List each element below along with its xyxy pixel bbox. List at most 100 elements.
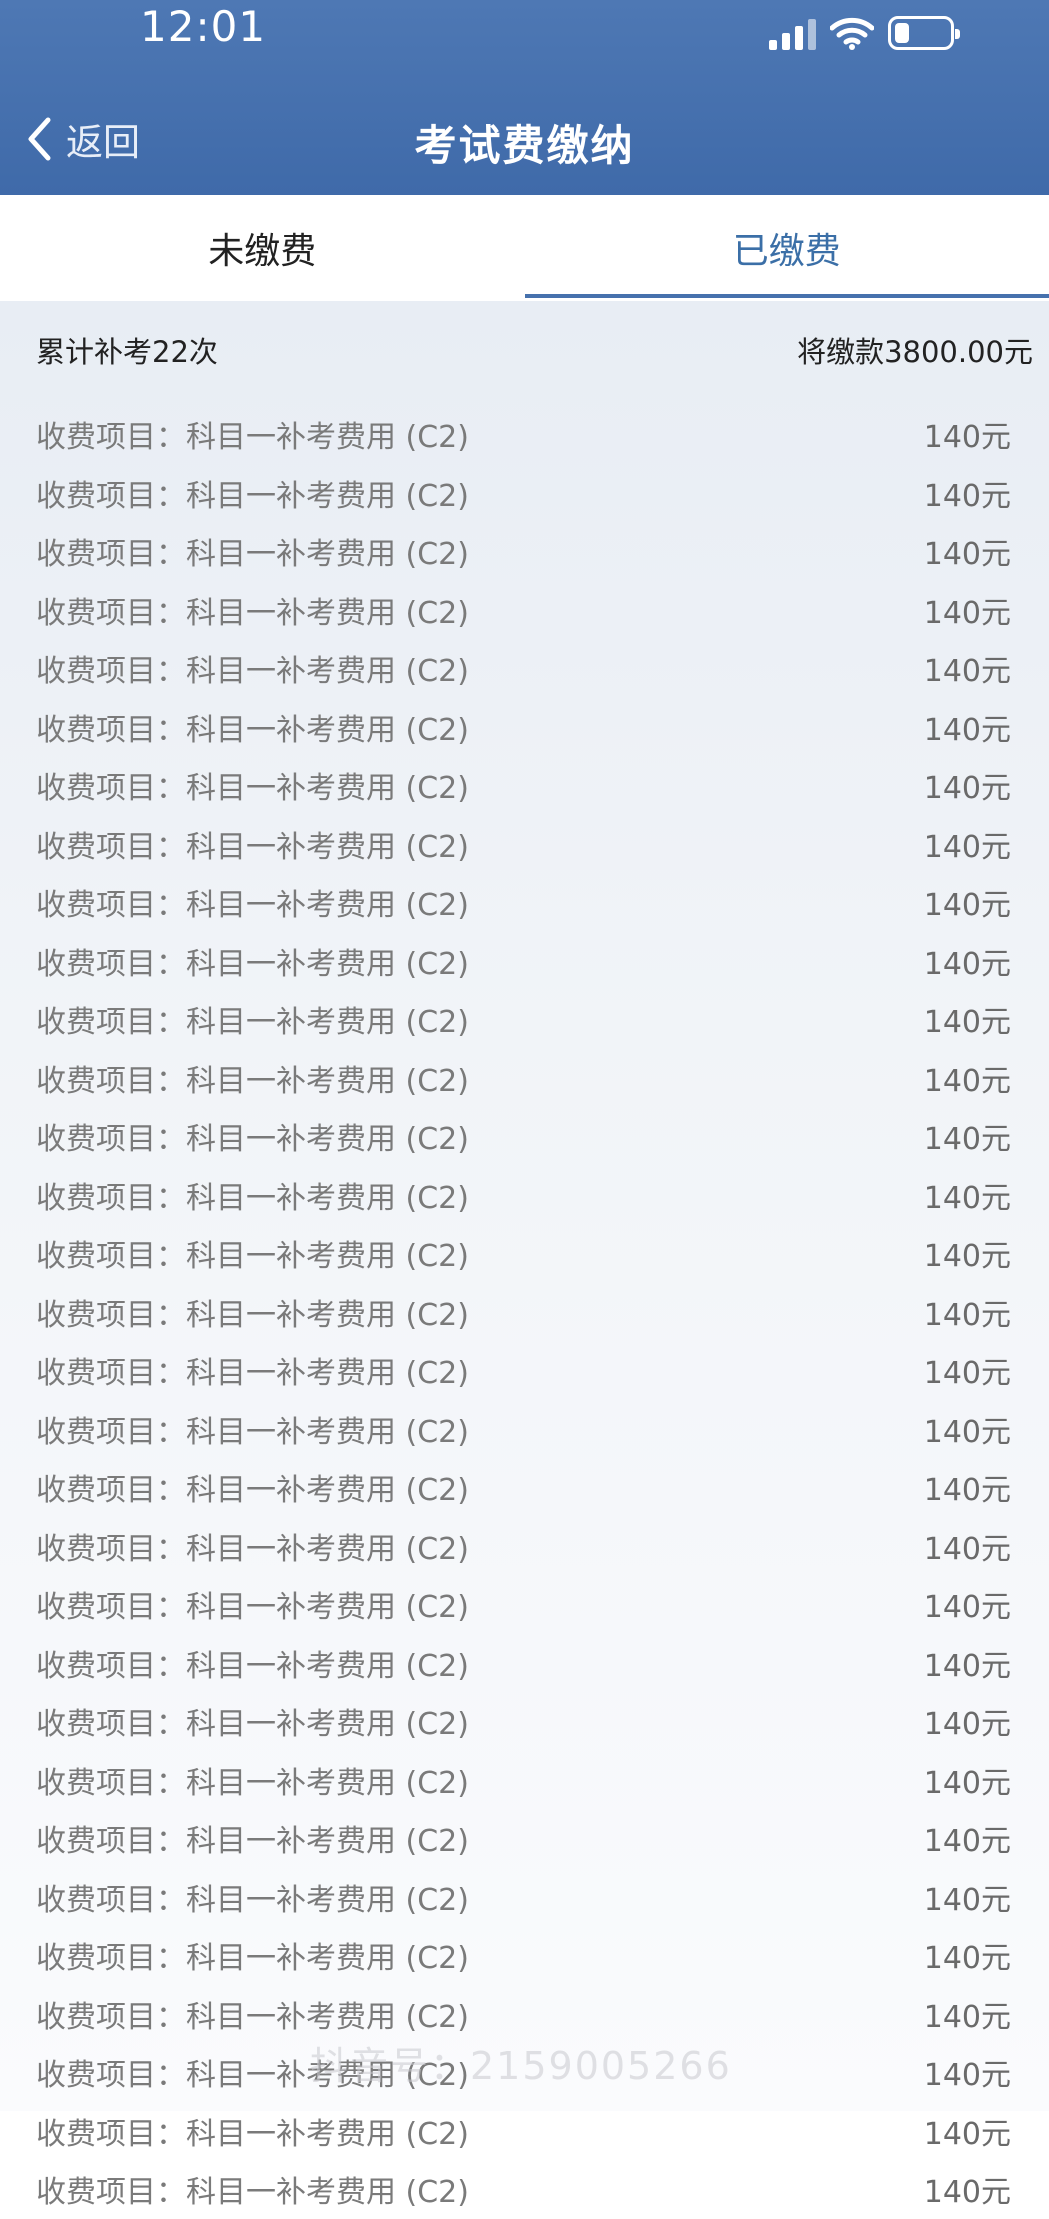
fee-item-label: 收费项目：科目一补考费用 (C2) xyxy=(36,1699,469,1743)
list-item: 收费项目：科目一补考费用 (C2)140元 xyxy=(36,1107,1011,1166)
list-item: 收费项目：科目一补考费用 (C2) 140元 xyxy=(36,1283,1011,1342)
fee-item-amount: 140元 xyxy=(924,529,1011,573)
fee-item-label: 收费项目：科目一补考费用 (C2) xyxy=(36,1992,469,2036)
fee-item-label: 收费项目：科目一补考费用 (C2) xyxy=(36,1407,469,1451)
fee-item-label: 收费项目：科目一补考费用 (C2) xyxy=(36,1290,469,1334)
fee-item-label: 收费项目：科目一补考费用 (C2) xyxy=(36,1758,469,1802)
list-item: 收费项目：科目一补考费用 (C2) 140元 xyxy=(36,815,1011,874)
list-item: 收费项目：科目一补考费用 (C2) 140元 xyxy=(36,1751,1011,1810)
fee-item-label: 收费项目：科目一补考费用 (C2) xyxy=(36,1231,469,1275)
fee-item-amount: 140元 xyxy=(924,939,1011,983)
fee-item-amount: 140元 xyxy=(924,1524,1011,1568)
fee-item-label: 收费项目：科目一补考费用 (C2) xyxy=(36,588,469,632)
fee-item-label: 收费项目：科目一补考费用 (C2) xyxy=(36,763,469,807)
fee-item-amount: 140元 xyxy=(924,2109,1011,2153)
fee-item-label: 收费项目：科目一补考费用 (C2) xyxy=(36,997,469,1041)
fee-item-label: 收费项目：科目一补考费用 (C2) xyxy=(36,412,469,456)
fee-item-label: 收费项目：科目一补考费用 (C2) xyxy=(36,471,469,515)
fee-item-amount: 140元 xyxy=(924,1407,1011,1451)
fee-item-label: 收费项目：科目一补考费用 (C2) xyxy=(36,646,469,690)
tab-paid[interactable]: 已缴费 xyxy=(525,195,1049,301)
fee-item-amount: 140元 xyxy=(924,705,1011,749)
fee-item-label: 收费项目：科目一补考费用 (C2) xyxy=(36,705,469,749)
list-item: 收费项目：科目一补考费用 (C2) 140元 xyxy=(36,1985,1011,2044)
list-item: 收费项目：科目一补考费用 (C2) 140元 xyxy=(36,698,1011,757)
fee-item-label: 收费项目：科目一补考费用 (C2) xyxy=(36,1348,469,1392)
list-item: 收费项目：科目一补考费用 (C2) 140元 xyxy=(36,873,1011,932)
fee-item-amount: 140元 xyxy=(924,1699,1011,1743)
battery-icon xyxy=(888,16,954,50)
list-item: 收费项目：科目一补考费用 (C2) 140元 xyxy=(36,1166,1011,1225)
signal-icon xyxy=(769,16,816,50)
fee-item-label: 收费项目：科目一补考费用 (C2) xyxy=(36,2109,469,2153)
list-item: 收费项目：科目一补考费用 (C2) 140元 xyxy=(36,581,1011,640)
wifi-icon xyxy=(830,16,874,50)
fee-item-label: 收费项目：科目一补考费用 (C2) xyxy=(36,1875,469,1919)
list-item: 收费项目：科目一补考费用 (C2) 140元 xyxy=(36,1341,1011,1400)
fee-item-amount: 140元 xyxy=(924,646,1011,690)
list-item: 收费项目：科目一补考费用 (C2) 140元 xyxy=(36,639,1011,698)
fee-item-label: 收费项目：科目一补考费用 (C2) xyxy=(36,529,469,573)
fee-item-amount: 140元 xyxy=(924,822,1011,866)
list-item: 收费项目：科目一补考费用 (C2) 140元 xyxy=(36,464,1011,523)
fee-item-label: 收费项目：科目一补考费用 (C2) xyxy=(36,1816,469,1860)
fee-list: 收费项目：科目一补考费用 (C2)140元收费项目：科目一补考费用 (C2)14… xyxy=(36,405,1011,2219)
list-item: 收费项目：科目一补考费用 (C2) 140元 xyxy=(36,1575,1011,1634)
fee-item-amount: 140元 xyxy=(924,1641,1011,1685)
fee-item-amount: 140元 xyxy=(924,1758,1011,1802)
status-icons xyxy=(769,10,954,50)
retake-count: 累计补考22次 xyxy=(36,329,218,371)
fee-item-amount: 140元 xyxy=(924,880,1011,924)
list-item: 收费项目：科目一补考费用 (C2) 140元 xyxy=(36,932,1011,991)
fee-item-amount: 140元 xyxy=(924,1992,1011,2036)
list-item: 收费项目：科目一补考费用 (C2) 140元 xyxy=(36,405,1011,464)
fee-item-label: 收费项目：科目一补考费用 (C2) xyxy=(36,1056,469,1100)
fee-item-amount: 140元 xyxy=(924,1582,1011,1626)
fee-item-label: 收费项目：科目一补考费用 (C2) xyxy=(36,1465,469,1509)
tab-unpaid[interactable]: 未缴费 xyxy=(0,195,525,301)
fee-item-amount: 140元 xyxy=(924,1173,1011,1217)
fee-item-label: 收费项目：科目一补考费用 (C2) xyxy=(36,1641,469,1685)
fee-item-label: 收费项目：科目一补考费用 (C2) xyxy=(36,2167,469,2211)
list-item: 收费项目：科目一补考费用 (C2) 140元 xyxy=(36,756,1011,815)
fee-item-label: 收费项目：科目一补考费用 (C2) xyxy=(36,1173,469,1217)
fee-item-label: 收费项目：科目一补考费用 (C2) xyxy=(36,1582,469,1626)
fee-item-label: 收费项目：科目一补考费用 (C2) xyxy=(36,2050,469,2094)
list-item: 收费项目：科目一补考费用 (C2) 140元 xyxy=(36,1400,1011,1459)
fee-item-amount: 140元 xyxy=(924,1114,1011,1158)
page-title: 考试费缴纳 xyxy=(0,112,1049,173)
fee-item-amount: 140元 xyxy=(924,588,1011,632)
list-item: 收费项目：科目一补考费用 (C2) 140元 xyxy=(36,1692,1011,1751)
tab-bar: 未缴费 已缴费 xyxy=(0,195,1049,301)
list-item: 收费项目：科目一补考费用 (C2) 140元 xyxy=(36,1926,1011,1985)
fee-item-amount: 140元 xyxy=(924,1465,1011,1509)
list-item: 收费项目：科目一补考费用 (C2) 140元 xyxy=(36,1458,1011,1517)
list-item: 收费项目：科目一补考费用 (C2)140元 xyxy=(36,1224,1011,1283)
fee-item-amount: 140元 xyxy=(924,2167,1011,2211)
fee-item-label: 收费项目：科目一补考费用 (C2) xyxy=(36,1933,469,1977)
fee-item-amount: 140元 xyxy=(924,2050,1011,2094)
fee-item-amount: 140元 xyxy=(924,412,1011,456)
payment-content: 累计补考22次 将缴款3800.00元 收费项目：科目一补考费用 (C2) 140… xyxy=(0,301,1049,2111)
list-item: 收费项目：科目一补考费用 (C2) 140元 xyxy=(36,1634,1011,1693)
fee-item-amount: 140元 xyxy=(924,1348,1011,1392)
fee-item-label: 收费项目：科目一补考费用 (C2) xyxy=(36,880,469,924)
list-item: 收费项目：科目一补考费用 (C2) 140元 xyxy=(36,522,1011,581)
list-item: 收费项目：科目一补考费用 (C2) 140元 xyxy=(36,2043,1011,2102)
fee-item-amount: 140元 xyxy=(924,1290,1011,1334)
fee-item-amount: 140元 xyxy=(924,1933,1011,1977)
list-item: 收费项目：科目一补考费用 (C2) 140元 xyxy=(36,1049,1011,1108)
fee-item-amount: 140元 xyxy=(924,1875,1011,1919)
total-amount: 将缴款3800.00元 xyxy=(797,329,1033,371)
fee-item-amount: 140元 xyxy=(924,471,1011,515)
list-item: 收费项目：科目一补考费用 (C2) 140元 xyxy=(36,990,1011,1049)
fee-item-amount: 140元 xyxy=(924,1816,1011,1860)
fee-item-amount: 140元 xyxy=(924,763,1011,807)
fee-item-label: 收费项目：科目一补考费用 (C2) xyxy=(36,822,469,866)
fee-item-label: 收费项目：科目一补考费用 (C2) xyxy=(36,939,469,983)
list-item: 收费项目：科目一补考费用 (C2) 140元 xyxy=(36,2160,1011,2219)
fee-item-amount: 140元 xyxy=(924,1056,1011,1100)
fee-item-amount: 140元 xyxy=(924,997,1011,1041)
app-header: 12:01 返回 考试费缴纳 xyxy=(0,0,1049,195)
summary-row: 累计补考22次 将缴款3800.00元 xyxy=(36,329,1033,371)
